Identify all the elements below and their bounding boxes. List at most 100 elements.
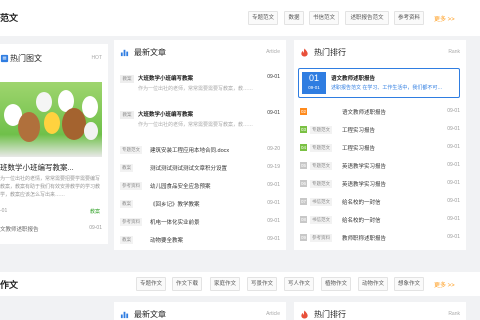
rank-title[interactable]: 语文教师述职报告 — [331, 74, 375, 82]
featured-article[interactable]: 教案 大班数学小班编写教案 09-01 作为一位出社的老师，常常需要需要写教案，… — [120, 74, 280, 104]
rank-row[interactable]: 04 专题范文 工程实习报告 09-01 — [300, 144, 460, 153]
rank-title[interactable]: 语文教师述职报告 — [342, 108, 386, 116]
top-rank-card[interactable]: 01 09-01 语文教师述职报告 述职报告范文 在学习、工作生活中，我们都不可… — [298, 68, 460, 98]
rank-summary: 述职报告范文 在学习、工作生活中，我们都不可… — [331, 85, 443, 91]
article-date: 09-01 — [267, 200, 280, 206]
tag-button[interactable]: 专题范文 — [248, 11, 278, 25]
featured-article[interactable]: 教案 大班数学小班编写教案 09-01 作为一位出社的老师，常常需要需要写教案，… — [120, 110, 280, 140]
tag-button[interactable]: 动物作文 — [358, 277, 388, 291]
rank-row[interactable]: 08 书信范文 给名校的一封信 09-01 — [300, 216, 460, 225]
rank-date: 09-01 — [447, 198, 460, 204]
panel-subtitle: Article — [266, 311, 280, 317]
article-title[interactable]: 建筑安装工程应用本地合同.docx — [150, 146, 229, 154]
rank-title[interactable]: 给名校的一封信 — [342, 216, 381, 224]
category-tag[interactable]: 书信范文 — [310, 198, 332, 206]
rank-number: 01 — [308, 73, 319, 83]
article-date: 09-01 — [267, 110, 280, 116]
rank-row[interactable]: 07 书信范文 给名校的一封信 09-01 — [300, 198, 460, 207]
hero-category[interactable]: 教案 — [90, 208, 100, 215]
category-tag[interactable]: 教案 — [120, 164, 133, 172]
related-date: 09-01 — [89, 225, 102, 231]
tag-button[interactable]: 想象作文 — [394, 277, 424, 291]
article-summary: 作为一位出社的老师，常常需要需要写教案，教…… — [138, 86, 254, 92]
rank-number: 05 — [300, 162, 307, 169]
hero-description: 为一位出社的老情，常常需要招要学需要编写教案，教案有助于我们有效安排教学的学习教… — [0, 176, 101, 198]
article-date: 09-01 — [267, 218, 280, 224]
section-title: 作文 — [0, 280, 19, 290]
bar-chart-icon — [120, 49, 129, 57]
article-title[interactable]: 幼儿园食品安全应急预案 — [150, 182, 211, 190]
tag-button[interactable]: 专题作文 — [136, 277, 166, 291]
rank-title[interactable]: 工程实习报告 — [342, 126, 375, 134]
article-title[interactable]: 测试测试测试测试文章积分设置 — [150, 164, 227, 172]
tag-button[interactable]: 数据 — [284, 11, 304, 25]
rank-date: 09-01 — [447, 234, 460, 240]
rank-number: 07 — [300, 198, 307, 205]
more-link[interactable]: 更多 >> — [434, 14, 455, 23]
category-tag[interactable]: 专题范文 — [120, 146, 142, 154]
tag-button[interactable]: 写人作文 — [284, 277, 314, 291]
rank-title[interactable]: 教师职称述职报告 — [342, 234, 386, 242]
category-tag[interactable]: 专题范文 — [310, 180, 332, 188]
related-link[interactable]: 文教师述职报告 — [0, 225, 39, 233]
character-figure — [82, 96, 98, 118]
article-title[interactable]: 机电一体化实业前景 — [150, 218, 200, 226]
article-row[interactable]: 参考资料 机电一体化实业前景 09-01 — [120, 218, 280, 227]
panel-title: 热门排行 — [314, 310, 346, 319]
rank-date: 09-01 — [447, 126, 460, 132]
panel-title: 最新文章 — [134, 310, 166, 319]
article-row[interactable]: 参考资料 幼儿园食品安全应急预案 09-01 — [120, 182, 280, 191]
article-row[interactable]: 教案 测试测试测试测试文章积分设置 09-19 — [120, 164, 280, 173]
category-tag[interactable]: 专题范文 — [310, 144, 332, 152]
rank-row[interactable]: 05 专题范文 英语教学实习报告 09-01 — [300, 162, 460, 171]
category-tag[interactable]: 书信范文 — [310, 216, 332, 224]
tag-button[interactable]: 写景作文 — [247, 277, 277, 291]
rank-title[interactable]: 给名校的一封信 — [342, 198, 381, 206]
rank-date: 09-01 — [447, 144, 460, 150]
tag-button[interactable]: 述职报告范文 — [345, 11, 389, 25]
document-icon — [0, 54, 9, 63]
article-title[interactable]: 《回乡记》教学教案 — [150, 200, 200, 208]
rank-title[interactable]: 工程实习报告 — [342, 144, 375, 152]
category-tag[interactable]: 参考资料 — [120, 182, 142, 190]
more-link[interactable]: 更多 >> — [434, 280, 455, 289]
tag-button[interactable]: 参考资料 — [394, 11, 424, 25]
rank-row[interactable]: 03 专题范文 工程实习报告 09-01 — [300, 126, 460, 135]
rank-number-box: 01 09-01 — [302, 72, 326, 94]
article-title[interactable]: 动物要全教案 — [150, 236, 183, 244]
flame-icon — [301, 310, 308, 319]
rank-title[interactable]: 英语教学实习报告 — [342, 162, 386, 170]
character-figure — [44, 112, 60, 134]
category-tag[interactable]: 专题范文 — [310, 162, 332, 170]
tag-button[interactable]: 家庭作文 — [210, 277, 240, 291]
article-row[interactable]: 教案 动物要全教案 09-01 — [120, 236, 280, 245]
flame-icon — [301, 48, 308, 57]
category-tag[interactable]: 教案 — [120, 236, 133, 244]
article-date: 09-01 — [267, 74, 280, 80]
category-tag[interactable]: 教案 — [120, 200, 133, 208]
article-row[interactable]: 教案 《回乡记》教学教案 09-01 — [120, 200, 280, 209]
tag-button[interactable]: 作文下载 — [172, 277, 202, 291]
category-badge: 教案 — [120, 111, 134, 119]
hero-image[interactable] — [0, 82, 102, 157]
panel-header: 最新文章 Article — [120, 46, 280, 60]
rank-row[interactable]: 02 语文教师述职报告 09-01 — [300, 108, 460, 117]
hot-rank-panel-2: 热门排行 Rank — [294, 302, 466, 320]
rank-title[interactable]: 英语教学实习报告 — [342, 180, 386, 188]
rank-date: 09-01 — [308, 85, 320, 90]
category-tag[interactable]: 参考资料 — [310, 234, 332, 242]
article-title[interactable]: 大班数学小班编写教案 — [138, 74, 193, 82]
tag-button[interactable]: 书信范文 — [309, 11, 339, 25]
hero-title[interactable]: 班数学小班编写教案... — [0, 162, 104, 173]
rank-row[interactable]: 06 专题范文 英语教学实习报告 09-01 — [300, 180, 460, 189]
tag-button[interactable]: 植物作文 — [321, 277, 351, 291]
category-tag[interactable]: 参考资料 — [120, 218, 142, 226]
article-row[interactable]: 专题范文 建筑安装工程应用本地合同.docx 09-20 — [120, 146, 280, 155]
hero-date: -01 — [0, 208, 8, 214]
article-summary: 作为一位出社的老师，常常需要需要写教案，教…… — [138, 122, 254, 128]
category-tag[interactable]: 专题范文 — [310, 126, 332, 134]
rank-row[interactable]: 09 参考资料 教师职称述职报告 09-01 — [300, 234, 460, 243]
article-title[interactable]: 大班数学小班编写教案 — [138, 110, 193, 118]
rank-number: 09 — [300, 234, 307, 241]
panel-header: 最新文章 Article — [120, 308, 280, 320]
